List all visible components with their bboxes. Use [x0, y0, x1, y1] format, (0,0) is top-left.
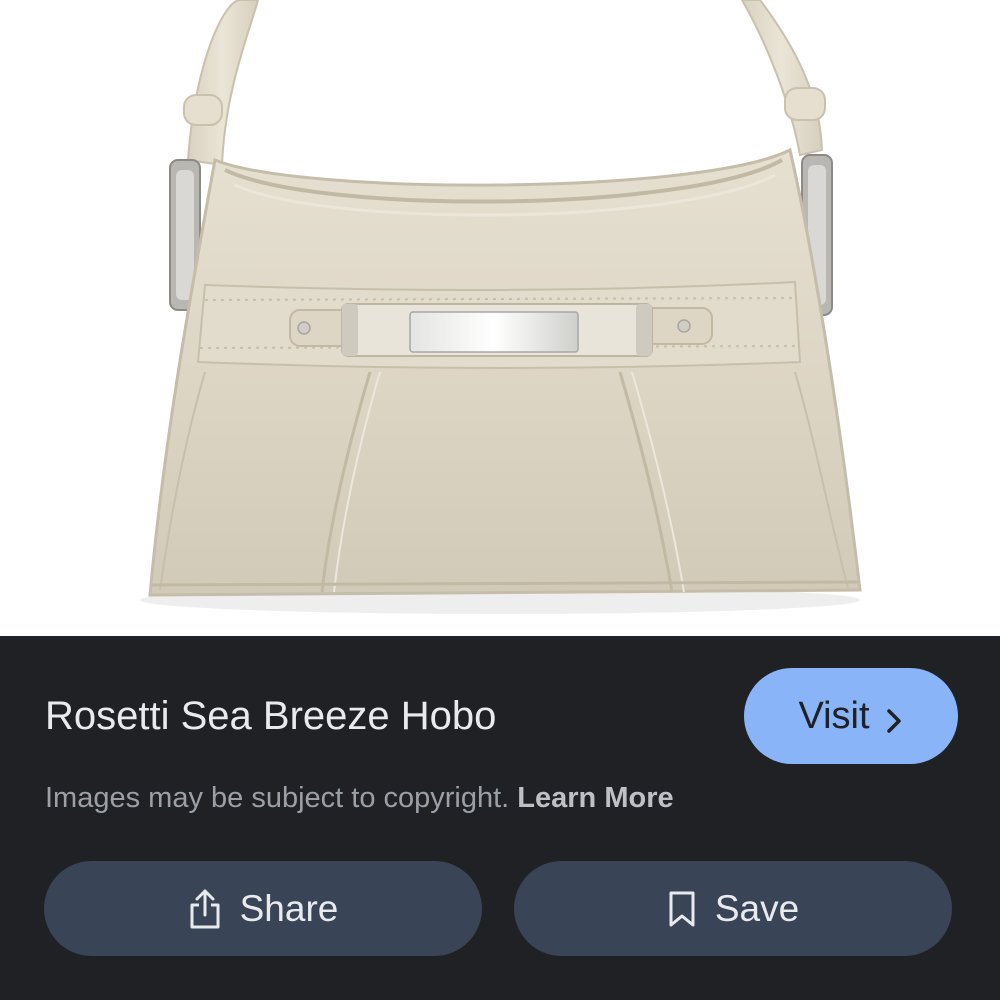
handbag-image: [140, 0, 862, 614]
product-title[interactable]: Rosetti Sea Breeze Hobo: [45, 692, 496, 740]
learn-more-link[interactable]: Learn More: [517, 782, 673, 814]
copyright-text: Images may be subject to copyright.: [45, 782, 510, 814]
visit-button[interactable]: Visit: [744, 668, 958, 764]
share-button-label: Share: [239, 887, 339, 929]
visit-button-label: Visit: [798, 694, 870, 737]
save-button[interactable]: Save: [514, 861, 952, 956]
copyright-notice: Images may be subject to copyright. Lear…: [45, 780, 674, 816]
product-image[interactable]: [0, 0, 1000, 636]
share-button[interactable]: Share: [44, 861, 482, 956]
image-preview-screen: Rosetti Sea Breeze Hobo Visit Images may…: [0, 0, 1000, 1000]
share-icon: [188, 888, 222, 930]
bookmark-icon: [667, 890, 697, 928]
result-details-panel: Rosetti Sea Breeze Hobo Visit Images may…: [0, 636, 1000, 1000]
chevron-right-icon: [884, 702, 904, 733]
save-button-label: Save: [714, 887, 800, 929]
